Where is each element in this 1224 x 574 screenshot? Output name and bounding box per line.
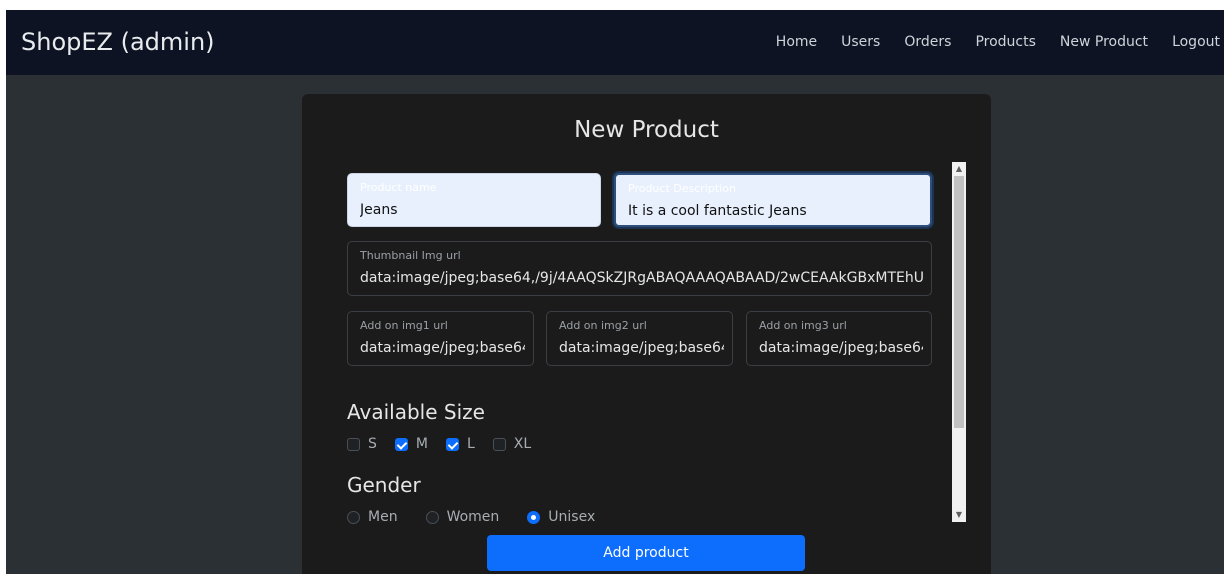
scroll-down-icon[interactable]: ▼ [952, 508, 966, 522]
product-name-input[interactable]: Jeans [360, 200, 592, 220]
gender-option-unisex[interactable]: Unisex [527, 509, 595, 525]
size-option-l[interactable]: L [445, 436, 475, 452]
size-xl-checkbox[interactable] [492, 437, 506, 451]
size-m-label: M [415, 436, 428, 452]
gender-heading: Gender [347, 473, 421, 497]
size-option-s[interactable]: S [347, 436, 377, 452]
gender-option-women[interactable]: Women [425, 509, 500, 525]
available-size-heading: Available Size [347, 400, 485, 424]
gender-option-men[interactable]: Men [347, 509, 398, 525]
addon-img1-field[interactable]: Add on img1 url data:image/jpeg;base64, [347, 311, 534, 366]
addon-img3-label: Add on img3 url [759, 319, 847, 332]
gender-men-radio[interactable] [347, 510, 360, 524]
form-scroll-area[interactable]: Product name Jeans Product Description I… [302, 159, 991, 525]
scrollbar-thumb[interactable] [954, 176, 964, 428]
gender-women-label: Women [446, 509, 500, 525]
add-product-button[interactable]: Add product [487, 535, 805, 571]
product-description-input[interactable]: It is a cool fantastic Jeans [628, 201, 922, 221]
gender-unisex-radio[interactable] [527, 510, 541, 524]
product-description-label: Product Description [628, 182, 736, 195]
app-root: ShopEZ (admin) Home Users Orders Product… [6, 10, 1224, 574]
size-l-label: L [466, 436, 475, 452]
size-s-checkbox[interactable] [347, 437, 360, 451]
addon-img3-input[interactable]: data:image/jpeg;base64, [759, 338, 923, 358]
nav-products[interactable]: Products [975, 32, 1035, 52]
nav-links: Home Users Orders Products New Product L… [776, 32, 1220, 52]
product-name-field[interactable]: Product name Jeans [347, 173, 601, 227]
product-description-field[interactable]: Product Description It is a cool fantast… [614, 173, 932, 227]
gender-women-radio[interactable] [425, 510, 439, 524]
size-l-checkbox[interactable] [445, 437, 459, 451]
nav-users[interactable]: Users [841, 32, 880, 52]
new-product-card: New Product Product name Jeans Product D… [302, 94, 991, 574]
brand-logo[interactable]: ShopEZ (admin) [21, 26, 215, 58]
nav-logout[interactable]: Logout [1172, 32, 1220, 52]
nav-orders[interactable]: Orders [904, 32, 951, 52]
size-option-xl[interactable]: XL [492, 436, 532, 452]
addon-img3-field[interactable]: Add on img3 url data:image/jpeg;base64, [746, 311, 932, 366]
addon-img2-input[interactable]: data:image/jpeg;base64, [559, 338, 724, 358]
size-s-label: S [368, 436, 377, 452]
form-scrollbar[interactable]: ▲ ▼ [952, 162, 966, 522]
size-options: S M L XL [347, 436, 549, 452]
gender-unisex-label: Unisex [548, 509, 596, 525]
addon-img1-label: Add on img1 url [360, 319, 448, 332]
addon-img2-label: Add on img2 url [559, 319, 647, 332]
addon-img2-field[interactable]: Add on img2 url data:image/jpeg;base64, [546, 311, 733, 366]
thumbnail-url-input[interactable]: data:image/jpeg;base64,/9j/4AAQSkZJRgABA… [360, 268, 923, 288]
nav-home[interactable]: Home [776, 32, 817, 52]
size-xl-label: XL [513, 436, 532, 452]
gender-options: Men Women Unisex [347, 509, 613, 525]
thumbnail-url-label: Thumbnail Img url [360, 249, 461, 262]
navbar: ShopEZ (admin) Home Users Orders Product… [6, 10, 1224, 75]
addon-img1-input[interactable]: data:image/jpeg;base64, [360, 338, 525, 358]
size-option-m[interactable]: M [394, 436, 428, 452]
gender-men-label: Men [368, 509, 398, 525]
nav-new-product[interactable]: New Product [1060, 32, 1148, 52]
page-title: New Product [574, 117, 719, 143]
product-name-label: Product name [360, 181, 437, 194]
scroll-up-icon[interactable]: ▲ [952, 162, 966, 176]
thumbnail-url-field[interactable]: Thumbnail Img url data:image/jpeg;base64… [347, 241, 932, 296]
size-m-checkbox[interactable] [394, 437, 408, 451]
